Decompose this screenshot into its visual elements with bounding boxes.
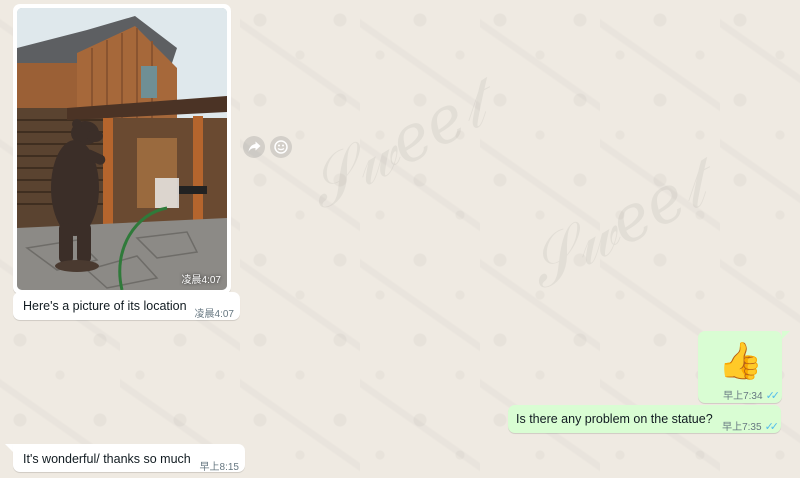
incoming-message-bubble[interactable]: It's wonderful/ thanks so much 早上8:15 [13,444,245,473]
photo-timestamp: 凌晨4:07 [181,275,221,286]
bubble-tail [5,444,13,452]
message-timestamp: 早上7:34 [723,391,763,402]
message-timestamp: 早上8:15 [199,462,239,473]
double-check-icon: ✓✓ [764,421,780,433]
outgoing-message-bubble[interactable]: Is there any problem on the statue? 早上7:… [508,405,781,433]
message-text: Here's a picture of its location [23,299,187,313]
thumbs-up-emoji: 👍 [718,340,763,381]
forward-button[interactable] [243,136,265,158]
emoji-react-icon [274,140,288,154]
bubble-tail [782,331,790,339]
message-meta: 早上7:34 ✓✓ [723,387,781,402]
forward-icon [248,141,260,152]
photo-message-bubble[interactable]: 凌晨4:07 [13,4,231,294]
message-text: Is there any problem on the statue? [516,412,713,426]
message-timestamp: 凌晨4:07 [194,309,234,320]
bear-statue-photo[interactable]: 凌晨4:07 [17,8,227,290]
message-text: It's wonderful/ thanks so much [23,452,191,466]
message-timestamp: 早上7:35 [722,422,762,433]
react-button[interactable] [270,136,292,158]
outgoing-emoji-bubble[interactable]: 👍 早上7:34 ✓✓ [698,331,782,403]
message-meta: 早上7:35 ✓✓ [722,418,780,433]
incoming-message-bubble[interactable]: Here's a picture of its location 凌晨4:07 [13,292,240,320]
double-check-icon: ✓✓ [765,390,781,402]
